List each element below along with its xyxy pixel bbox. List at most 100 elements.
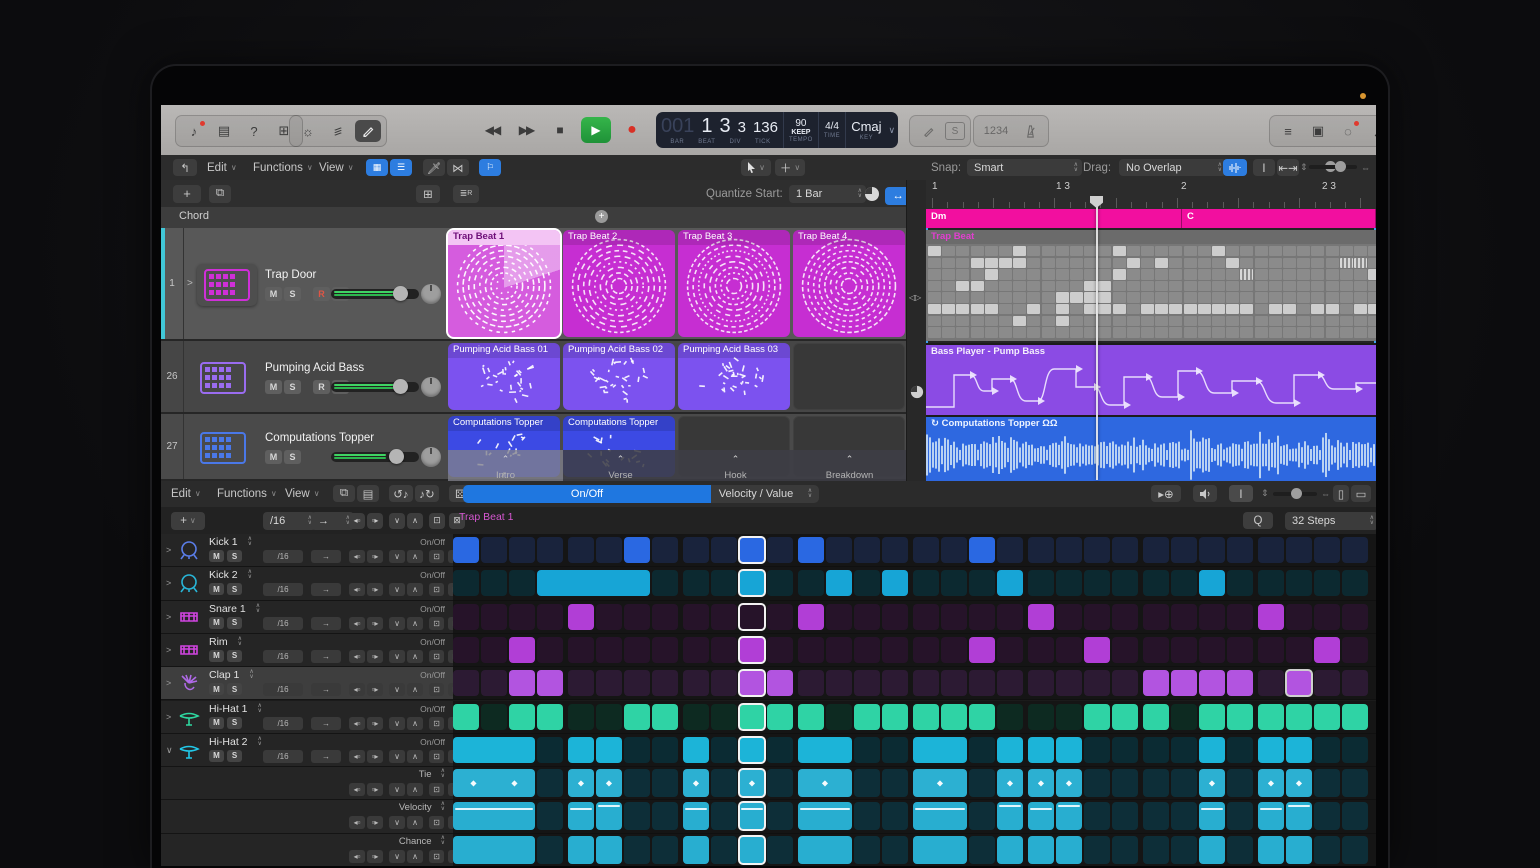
subrow-cell-chance[interactable] <box>739 836 765 864</box>
menu-functions[interactable]: Functions∨ <box>253 155 313 180</box>
subrow-cell-chance[interactable] <box>1028 836 1054 864</box>
pattern-cell[interactable] <box>1269 327 1282 337</box>
pattern-cell[interactable] <box>1070 246 1083 256</box>
pattern-octave-up[interactable]: ∧ <box>407 508 423 533</box>
step-cell[interactable] <box>596 737 622 763</box>
step-cell[interactable] <box>568 704 594 730</box>
subrow-header-velocity[interactable]: Velocity∧∨◂▫▫▸∨∧⊡⊠ <box>161 800 453 833</box>
loop-cell[interactable]: Trap Beat 3 <box>678 230 790 337</box>
row-shift-right[interactable]: ▫▸ <box>367 717 383 730</box>
step-cell[interactable] <box>1258 737 1284 763</box>
pattern-cell[interactable] <box>1368 316 1376 326</box>
step-cell[interactable] <box>739 537 765 563</box>
pattern-cell[interactable] <box>1297 327 1310 337</box>
duplicate-track-button[interactable]: ⧉ <box>209 181 231 206</box>
pattern-cell[interactable] <box>956 292 969 302</box>
step-cell[interactable] <box>1056 704 1082 730</box>
pattern-cell[interactable] <box>1056 304 1069 314</box>
pattern-cell[interactable] <box>1141 327 1154 337</box>
subrow-cell-chance[interactable] <box>537 836 563 864</box>
pattern-cell[interactable] <box>1226 281 1239 291</box>
pattern-cell[interactable] <box>1340 281 1353 291</box>
row-down-button[interactable]: ∨ <box>389 750 405 763</box>
step-cell[interactable] <box>1314 604 1340 630</box>
row-mute-button[interactable]: M <box>209 717 224 729</box>
seq-pattern-browser-icon[interactable]: ▤ <box>357 481 379 506</box>
subrow-cell-tie[interactable] <box>1314 769 1340 797</box>
step-cell[interactable] <box>537 570 650 596</box>
step-cell[interactable] <box>969 670 995 696</box>
pattern-cell[interactable] <box>1311 258 1324 268</box>
pattern-cell[interactable] <box>1240 281 1253 291</box>
sequencer-row-header[interactable]: >Rim∧∨On/OffMS/16→◂▫▫▸∨∧⊡⊠ <box>161 634 453 667</box>
step-cell[interactable] <box>453 604 479 630</box>
row-name-stepper[interactable]: ∧∨ <box>252 737 262 747</box>
pattern-cell[interactable] <box>1098 316 1111 326</box>
step-cell[interactable] <box>941 670 967 696</box>
subrow-cell-tie[interactable]: ◆ <box>1199 769 1225 797</box>
pattern-cell[interactable] <box>1340 246 1353 256</box>
pattern-cell[interactable] <box>1368 327 1376 337</box>
pattern-cell[interactable] <box>1269 246 1282 256</box>
step-cell[interactable] <box>997 604 1023 630</box>
step-cell[interactable] <box>1084 570 1110 596</box>
row-shift-right[interactable]: ▫▸ <box>367 550 383 563</box>
step-cell[interactable] <box>481 537 507 563</box>
record-button[interactable]: ● <box>619 118 645 142</box>
pattern-cell[interactable] <box>1255 292 1268 302</box>
pattern-cell[interactable] <box>1027 327 1040 337</box>
pattern-cell[interactable] <box>1042 316 1055 326</box>
pattern-cell[interactable] <box>999 269 1012 279</box>
subrow-cell-velocity[interactable] <box>882 802 908 830</box>
row-down-button[interactable]: ∨ <box>389 617 405 630</box>
step-cell[interactable] <box>1342 570 1368 596</box>
snap-dropdown[interactable]: Smart∧∨ <box>967 155 1082 180</box>
pattern-cell[interactable] <box>1269 304 1282 314</box>
step-cell[interactable] <box>1227 704 1253 730</box>
step-cell[interactable] <box>537 704 563 730</box>
pattern-cell[interactable] <box>1127 292 1140 302</box>
subrow-cell-tie[interactable] <box>767 769 793 797</box>
subrow-cell-velocity[interactable] <box>568 802 594 830</box>
pattern-cell[interactable] <box>1184 258 1197 268</box>
volume-knob[interactable] <box>393 379 408 394</box>
subrow-cell-tie[interactable] <box>624 769 650 797</box>
step-cell[interactable] <box>596 637 622 663</box>
step-cell[interactable] <box>854 637 880 663</box>
subrow-cell-tie[interactable] <box>537 769 563 797</box>
pattern-cell[interactable] <box>1155 292 1168 302</box>
step-cell[interactable] <box>652 570 678 596</box>
step-cell[interactable] <box>1258 704 1284 730</box>
pattern-cell[interactable] <box>1113 316 1126 326</box>
row-rate-display[interactable]: /16 <box>263 550 303 563</box>
pattern-cell[interactable] <box>1255 246 1268 256</box>
step-cell[interactable] <box>1143 637 1169 663</box>
step-cell[interactable] <box>1199 704 1225 730</box>
pattern-cell[interactable] <box>1297 292 1310 302</box>
pattern-cell[interactable] <box>1169 316 1182 326</box>
step-cell[interactable] <box>767 737 793 763</box>
subrow-cell-tie[interactable] <box>1112 769 1138 797</box>
chord-region[interactable]: Dm <box>926 209 1182 228</box>
step-cell[interactable] <box>1143 537 1169 563</box>
subrow-cell-chance[interactable] <box>1199 836 1225 864</box>
step-cell[interactable] <box>854 537 880 563</box>
step-cell[interactable] <box>596 670 622 696</box>
instrument-icon-tile[interactable] <box>193 427 253 469</box>
step-cell[interactable] <box>1199 670 1225 696</box>
pattern-region[interactable]: Trap Beat <box>926 230 1376 341</box>
subrow-cell-velocity[interactable] <box>739 802 765 830</box>
step-cell[interactable] <box>1143 704 1169 730</box>
row-random-button[interactable]: ⊡ <box>429 650 444 663</box>
step-cell[interactable] <box>453 537 479 563</box>
step-cell[interactable] <box>537 604 563 630</box>
pattern-cell[interactable] <box>1297 304 1310 314</box>
step-cell[interactable] <box>798 537 824 563</box>
step-cell[interactable] <box>683 637 709 663</box>
pattern-cell[interactable] <box>985 258 998 268</box>
pattern-cell[interactable] <box>1198 327 1211 337</box>
subrow-cell-velocity[interactable] <box>767 802 793 830</box>
volume-knob[interactable] <box>389 449 404 464</box>
row-name-stepper[interactable]: ∧∨ <box>252 704 262 714</box>
row-disclosure-icon[interactable]: > <box>166 678 171 688</box>
